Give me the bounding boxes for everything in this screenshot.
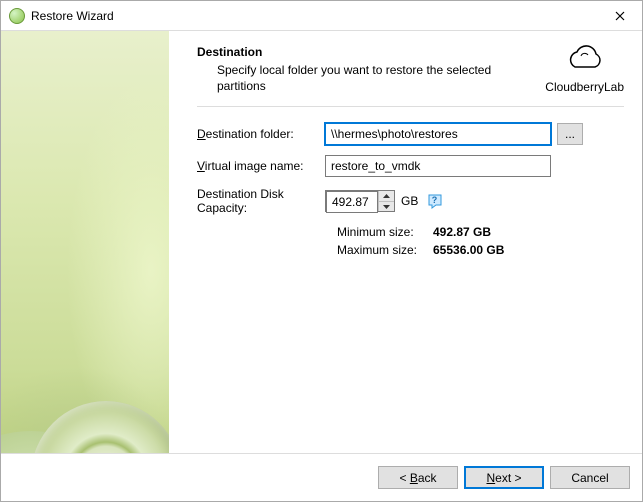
destination-folder-input[interactable] <box>325 123 551 145</box>
next-button[interactable]: Next > <box>464 466 544 489</box>
browse-button[interactable]: ... <box>557 123 583 145</box>
window-title: Restore Wizard <box>31 9 598 23</box>
disk-capacity-spinner[interactable] <box>325 190 395 212</box>
app-icon <box>9 8 25 24</box>
help-button[interactable]: ? <box>426 192 444 210</box>
destination-folder-label: Destination folder: <box>197 127 325 141</box>
page-title: Destination <box>197 45 497 59</box>
cancel-button[interactable]: Cancel <box>550 466 630 489</box>
capacity-unit: GB <box>401 194 418 208</box>
back-button[interactable]: < Back <box>378 466 458 489</box>
spinner-down-button[interactable] <box>379 202 394 212</box>
close-icon <box>615 11 625 21</box>
cloud-icon <box>561 45 609 75</box>
chevron-up-icon <box>383 194 390 198</box>
wizard-sidebar <box>1 31 169 453</box>
page-subtitle: Specify local folder you want to restore… <box>217 62 497 94</box>
virtual-image-name-input[interactable] <box>325 155 551 177</box>
main-area: Destination Specify local folder you wan… <box>1 31 642 453</box>
minimum-size-value: 492.87 GB <box>433 225 491 239</box>
help-icon: ? <box>427 193 443 209</box>
close-button[interactable] <box>598 1 642 31</box>
sidebar-disc-icon <box>31 401 169 453</box>
wizard-content: Destination Specify local folder you wan… <box>169 31 642 453</box>
footer: < Back Next > Cancel <box>1 453 642 501</box>
titlebar: Restore Wizard <box>1 1 642 31</box>
virtual-image-name-label: Virtual image name: <box>197 159 325 173</box>
chevron-down-icon <box>383 205 390 209</box>
brand-logo: CloudberryLab <box>545 45 624 94</box>
brand-name: CloudberryLab <box>545 80 624 94</box>
disk-capacity-input[interactable] <box>326 191 378 213</box>
svg-text:?: ? <box>432 195 438 205</box>
spinner-up-button[interactable] <box>379 191 394 202</box>
separator <box>197 106 624 107</box>
minimum-size-label: Minimum size: <box>337 225 433 239</box>
maximum-size-value: 65536.00 GB <box>433 243 504 257</box>
maximum-size-label: Maximum size: <box>337 243 433 257</box>
disk-capacity-label: Destination Disk Capacity: <box>197 187 325 215</box>
